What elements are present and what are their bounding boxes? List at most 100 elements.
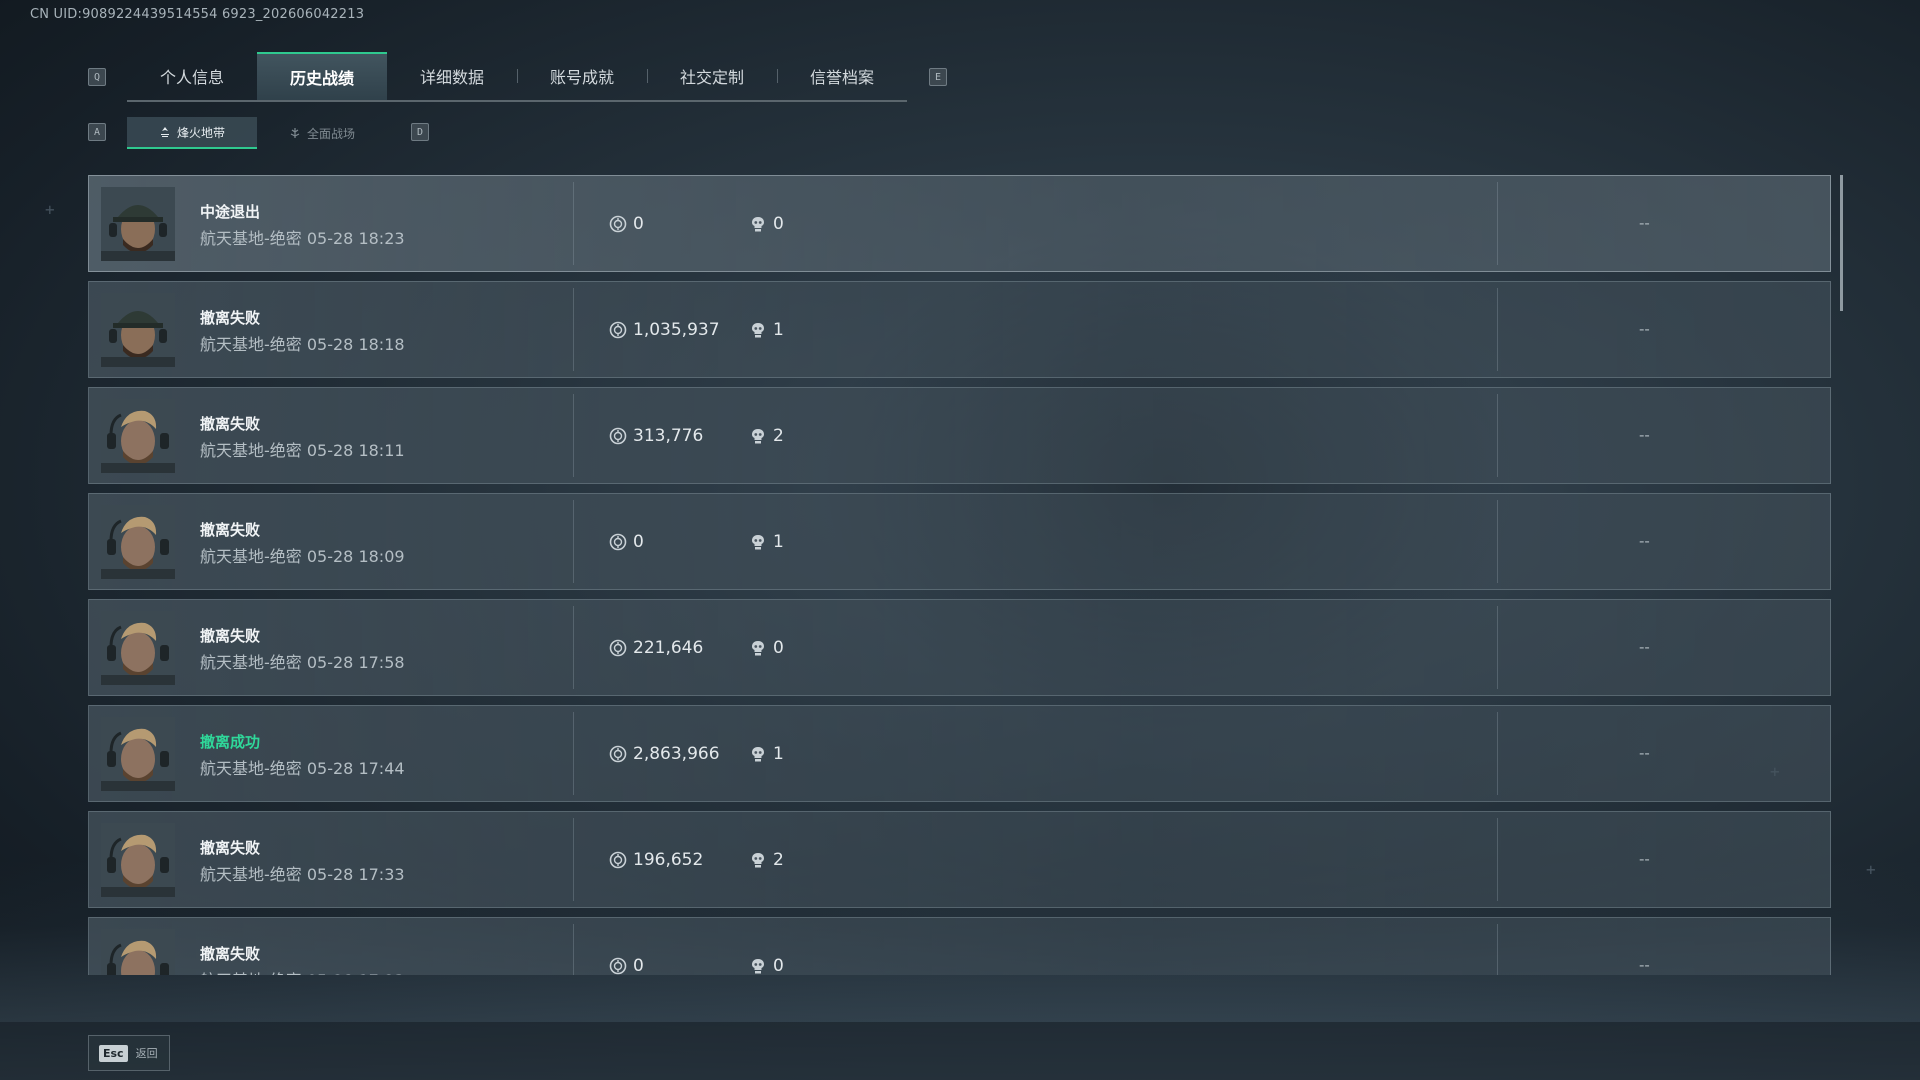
match-value: 221,646: [633, 638, 704, 658]
column-divider: [573, 394, 574, 477]
column-divider: [1497, 818, 1498, 901]
esc-key-badge: Esc: [99, 1044, 128, 1062]
crosshair-decoration: +: [45, 200, 55, 219]
match-extra: --: [1639, 532, 1650, 550]
match-value-stat: 196,652: [609, 850, 703, 870]
currency-coin-icon: [609, 215, 627, 233]
match-map-time: 航天基地-绝密 05-28 18:11: [200, 441, 405, 460]
match-kills: 0: [773, 956, 784, 975]
column-divider: [573, 288, 574, 371]
match-result: 中途退出: [200, 203, 261, 221]
match-result: 撤离失败: [200, 415, 261, 433]
match-kills: 1: [773, 532, 784, 552]
column-divider: [1497, 394, 1498, 477]
currency-coin-icon: [609, 745, 627, 763]
match-value: 0: [633, 956, 644, 975]
tab-detailed-data[interactable]: 详细数据: [387, 52, 517, 100]
tab-reputation-record[interactable]: 信誉档案: [777, 52, 907, 100]
column-divider: [573, 818, 574, 901]
match-value-stat: 1,035,937: [609, 320, 720, 340]
skull-kills-icon: [752, 853, 764, 868]
operator-cap-avatar: [101, 293, 175, 367]
match-map-time: 航天基地-绝密 05-28 17:23: [200, 967, 405, 975]
match-value: 2,863,966: [633, 744, 720, 764]
prev-tab-key[interactable]: Q: [88, 68, 106, 86]
match-result: 撤离成功: [200, 733, 261, 751]
currency-coin-icon: [609, 957, 627, 975]
match-result: 撤离失败: [200, 945, 261, 963]
match-row[interactable]: 撤离失败 航天基地-绝密 05-28 17:23 0 0 --: [88, 917, 1831, 975]
match-kills-stat: 0: [749, 638, 784, 658]
match-map-time: 航天基地-绝密 05-28 18:18: [200, 335, 405, 354]
match-extra: --: [1639, 426, 1650, 444]
footer-bar: [0, 1022, 1920, 1080]
match-extra: --: [1639, 956, 1650, 974]
operator-blond-avatar: [101, 399, 175, 473]
match-kills: 2: [773, 850, 784, 870]
tab-personal-info[interactable]: 个人信息: [127, 52, 257, 100]
match-value-stat: 2,863,966: [609, 744, 720, 764]
skull-kills-icon: [752, 959, 764, 974]
column-divider: [573, 500, 574, 583]
match-result: 撤离失败: [200, 627, 261, 645]
match-row[interactable]: 撤离失败 航天基地-绝密 05-28 18:09 0 1 --: [88, 493, 1831, 590]
next-tab-key[interactable]: E: [929, 68, 947, 86]
column-divider: [1497, 606, 1498, 689]
match-value: 0: [633, 214, 644, 234]
match-value-stat: 0: [609, 532, 644, 552]
match-map-time: 航天基地-绝密 05-28 18:23: [200, 229, 405, 248]
currency-coin-icon: [609, 427, 627, 445]
tab-account-achievements[interactable]: 账号成就: [517, 52, 647, 100]
crosshair-decoration: +: [1866, 860, 1876, 879]
match-result: 撤离失败: [200, 521, 261, 539]
match-kills: 2: [773, 426, 784, 446]
operator-blond-avatar: [101, 929, 175, 975]
next-subtab-key[interactable]: D: [411, 123, 429, 141]
match-result: 撤离失败: [200, 839, 261, 857]
currency-coin-icon: [609, 533, 627, 551]
column-divider: [573, 712, 574, 795]
match-extra: --: [1639, 320, 1650, 338]
match-row[interactable]: 撤离失败 航天基地-绝密 05-28 18:18 1,035,937 1 --: [88, 281, 1831, 378]
match-kills: 1: [773, 320, 784, 340]
skull-kills-icon: [752, 747, 764, 762]
match-row[interactable]: 撤离失败 航天基地-绝密 05-28 17:58 221,646 0 --: [88, 599, 1831, 696]
match-kills-stat: 2: [749, 426, 784, 446]
column-divider: [1497, 500, 1498, 583]
match-row[interactable]: 撤离失败 航天基地-绝密 05-28 18:11 313,776 2 --: [88, 387, 1831, 484]
skull-kills-icon: [752, 429, 764, 444]
column-divider: [573, 924, 574, 975]
match-value-stat: 0: [609, 214, 644, 234]
column-divider: [1497, 288, 1498, 371]
tab-match-history[interactable]: 历史战绩: [257, 52, 387, 100]
currency-coin-icon: [609, 321, 627, 339]
match-extra: --: [1639, 638, 1650, 656]
match-map-time: 航天基地-绝密 05-28 18:09: [200, 547, 405, 566]
subtab-full-battlefield[interactable]: 全面战场: [257, 117, 387, 149]
match-row[interactable]: 撤离成功 航天基地-绝密 05-28 17:44 2,863,966 1 --: [88, 705, 1831, 802]
main-tabs: 个人信息 历史战绩 详细数据 账号成就 社交定制 信誉档案: [127, 52, 907, 102]
match-extra: --: [1639, 850, 1650, 868]
operator-cap-avatar: [101, 187, 175, 261]
column-divider: [573, 606, 574, 689]
fire-zone-icon: [160, 127, 169, 137]
operator-blond-avatar: [101, 823, 175, 897]
back-button[interactable]: Esc 返回: [88, 1035, 170, 1071]
prev-subtab-key[interactable]: A: [88, 123, 106, 141]
match-value-stat: 0: [609, 956, 644, 975]
match-map-time: 航天基地-绝密 05-28 17:58: [200, 653, 405, 672]
match-kills-stat: 0: [749, 214, 784, 234]
column-divider: [1497, 182, 1498, 265]
match-extra: --: [1639, 744, 1650, 762]
match-history-list: 中途退出 航天基地-绝密 05-28 18:23 0 0 -- 撤离失败 航天基…: [88, 175, 1833, 975]
uid-label: CN UID:9089224439514554 6923_20260604221…: [30, 7, 365, 22]
match-row[interactable]: 撤离失败 航天基地-绝密 05-28 17:33 196,652 2 --: [88, 811, 1831, 908]
tab-social-customization[interactable]: 社交定制: [647, 52, 777, 100]
list-scrollbar[interactable]: [1840, 175, 1843, 311]
match-kills: 1: [773, 744, 784, 764]
match-value: 196,652: [633, 850, 704, 870]
match-kills-stat: 1: [749, 320, 784, 340]
match-row[interactable]: 中途退出 航天基地-绝密 05-28 18:23 0 0 --: [88, 175, 1831, 272]
subtab-fire-zone[interactable]: 烽火地带: [127, 117, 257, 149]
currency-coin-icon: [609, 851, 627, 869]
